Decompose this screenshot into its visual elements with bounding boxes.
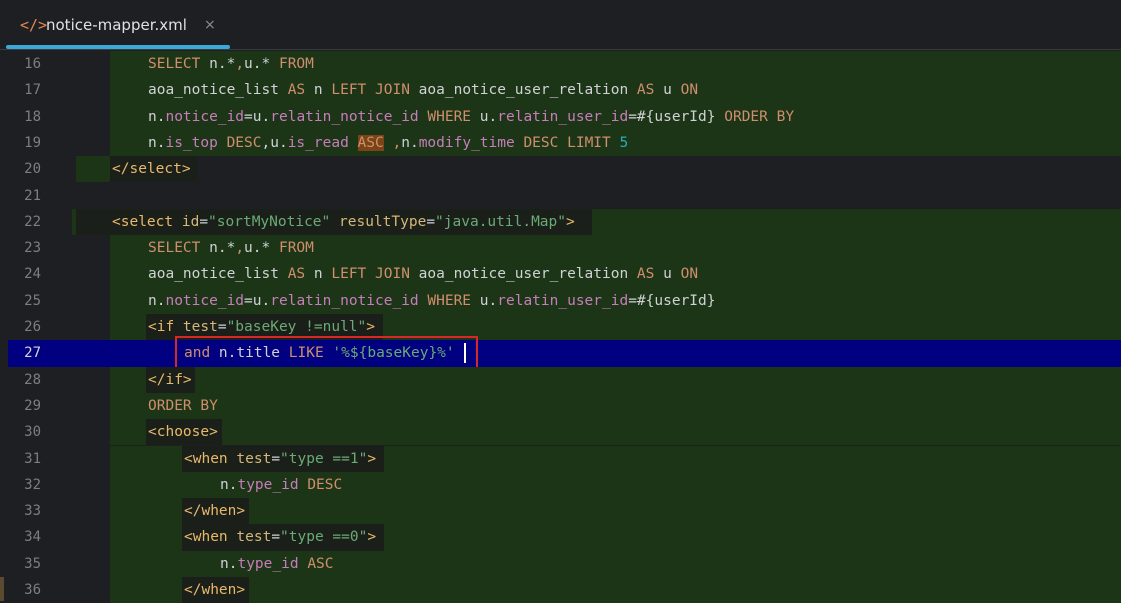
line-number: 32	[24, 476, 41, 493]
line-number: 17	[24, 82, 41, 99]
line-number: 33	[24, 503, 41, 520]
line-number: 22	[24, 213, 41, 230]
code-line: </when>	[184, 582, 246, 598]
code-line: n.notice_id=u.relatin_notice_id WHERE u.…	[148, 108, 795, 125]
code-line: </when>	[184, 503, 246, 520]
line-number: 20	[24, 161, 41, 178]
line-number: 29	[24, 397, 41, 414]
code-line: <when test="type ==0">	[184, 529, 377, 546]
active-tab-indicator	[6, 45, 230, 49]
line-number: 26	[24, 319, 41, 335]
editor-tab-bar: </> notice-mapper.xml ×	[0, 0, 1121, 50]
code-line: </select>	[112, 161, 191, 178]
code-line: SELECT n.*,u.* FROM	[148, 56, 314, 72]
code-line: <select id="sortMyNotice" resultType="ja…	[112, 213, 575, 230]
sql-fragment-highlight	[110, 366, 1121, 393]
close-icon[interactable]: ×	[204, 14, 216, 36]
code-line: <choose>	[148, 424, 218, 441]
code-line: n.is_top DESC,u.is_read ASC ,n.modify_ti…	[148, 134, 629, 151]
sql-fragment-highlight	[110, 498, 1121, 525]
line-number: 34	[24, 529, 41, 546]
line-number: 21	[24, 187, 41, 204]
code-line: SELECT n.*,u.* FROM	[148, 240, 314, 257]
line-number: 18	[24, 108, 41, 125]
code-line: <when test="type ==1">	[184, 450, 377, 467]
line-number: 27	[24, 345, 41, 362]
code-line: n.type_id DESC	[220, 476, 343, 493]
code-line: n.notice_id=u.relatin_notice_id WHERE u.…	[148, 292, 716, 309]
line-number: 28	[24, 371, 41, 388]
line-number: 16	[24, 56, 41, 72]
code-line: ORDER BY	[148, 397, 218, 414]
line-number: 23	[24, 240, 41, 257]
line-number: 19	[24, 134, 41, 151]
line-number: 35	[24, 555, 41, 572]
sql-fragment-highlight	[110, 419, 1121, 446]
tab-notice-mapper[interactable]: </> notice-mapper.xml ×	[6, 0, 230, 50]
sql-fragment-highlight	[110, 577, 1121, 603]
code-line: n.type_id ASC	[220, 555, 334, 572]
line-number: 36	[24, 582, 41, 598]
sql-fragment-highlight	[110, 392, 1121, 420]
text-cursor	[464, 343, 467, 364]
line-number: 25	[24, 292, 41, 309]
tab-filename: notice-mapper.xml	[46, 16, 187, 34]
code-line: </if>	[148, 371, 192, 388]
code-line: aoa_notice_list AS n LEFT JOIN aoa_notic…	[148, 266, 699, 283]
line-number: 30	[24, 424, 41, 441]
line-number: 24	[24, 266, 41, 283]
xml-file-icon: </>	[20, 16, 48, 34]
line-number: 31	[24, 450, 41, 467]
code-line: aoa_notice_list AS n LEFT JOIN aoa_notic…	[148, 82, 699, 99]
